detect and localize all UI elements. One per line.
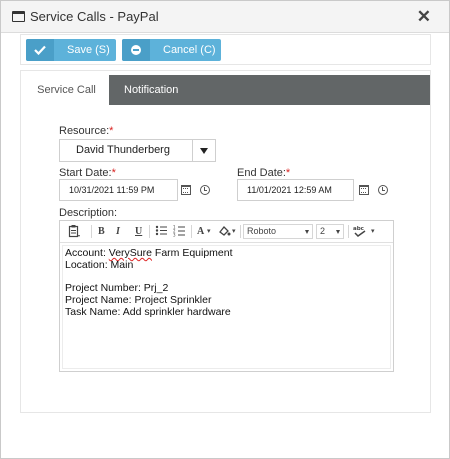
font-size-select[interactable]: 2 <box>316 224 344 239</box>
minus-circle-icon <box>122 39 150 61</box>
resource-label: Resource:* <box>59 125 114 137</box>
description-text-area[interactable]: Account: VerySure Farm Equipment Locatio… <box>62 245 391 369</box>
font-size-value: 2 <box>320 226 326 236</box>
resource-dropdown[interactable]: David Thunderberg <box>59 139 216 162</box>
clock-icon[interactable] <box>378 185 388 195</box>
close-icon[interactable]: ✕ <box>417 7 431 27</box>
description-line: Location: Main <box>65 258 134 271</box>
highlight-icon[interactable] <box>218 224 232 239</box>
resource-value: David Thunderberg <box>76 144 170 156</box>
dropdown-arrow-icon[interactable] <box>192 140 215 161</box>
italic-button[interactable]: I <box>116 224 120 239</box>
description-label: Description: <box>59 207 118 219</box>
font-color-button[interactable]: A <box>197 224 204 239</box>
end-date-label: End Date:* <box>237 167 291 179</box>
description-editor: B I U 123 A ▾ ▾ Roboto 2 abc ▾ Account: … <box>59 220 394 372</box>
window-icon <box>12 11 25 22</box>
save-button[interactable]: Save (S) <box>26 39 116 61</box>
title-bar: Service Calls - PayPal ✕ <box>1 1 449 33</box>
description-line: Task Name: Add sprinkler hardware <box>65 305 231 318</box>
font-color-dropdown[interactable]: ▾ <box>207 224 211 239</box>
font-name-select[interactable]: Roboto <box>243 224 313 239</box>
tab-notification[interactable]: Notification <box>109 75 430 105</box>
start-date-label: Start Date:* <box>59 167 116 179</box>
svg-text:3: 3 <box>173 233 176 238</box>
editor-toolbar: B I U 123 A ▾ ▾ Roboto 2 abc ▾ <box>60 221 393 243</box>
tab-service-call[interactable]: Service Call <box>24 75 109 105</box>
svg-text:abc: abc <box>353 226 364 232</box>
font-name-value: Roboto <box>247 226 277 236</box>
tab-strip: Service Call Notification <box>21 75 430 105</box>
underline-button[interactable]: U <box>135 224 142 239</box>
save-button-label: Save (S) <box>67 44 110 56</box>
misspelled-word: VerySure <box>108 247 152 259</box>
checkmark-icon <box>26 39 54 61</box>
spellcheck-dropdown[interactable]: ▾ <box>371 224 375 239</box>
numbered-list-icon[interactable]: 123 <box>173 224 187 239</box>
end-date-input[interactable]: 11/01/2021 12:59 AM <box>237 179 354 201</box>
service-calls-dialog: Service Calls - PayPal ✕ Save (S) Cancel… <box>0 0 450 459</box>
cancel-button-label: Cancel (C) <box>163 44 216 56</box>
clock-icon[interactable] <box>200 185 210 195</box>
bullet-list-icon[interactable] <box>155 224 169 239</box>
calendar-icon[interactable] <box>181 185 191 195</box>
calendar-icon[interactable] <box>359 185 369 195</box>
dialog-title: Service Calls - PayPal <box>30 9 159 24</box>
spellcheck-icon[interactable]: abc <box>353 224 369 239</box>
paste-icon[interactable] <box>67 224 83 239</box>
form-panel: Service Call Notification Resource:* Dav… <box>20 70 431 413</box>
cancel-button[interactable]: Cancel (C) <box>122 39 221 61</box>
highlight-dropdown[interactable]: ▾ <box>232 224 236 239</box>
bold-button[interactable]: B <box>98 224 105 239</box>
start-date-input[interactable]: 10/31/2021 11:59 PM <box>59 179 178 201</box>
action-toolbar: Save (S) Cancel (C) <box>20 34 431 65</box>
